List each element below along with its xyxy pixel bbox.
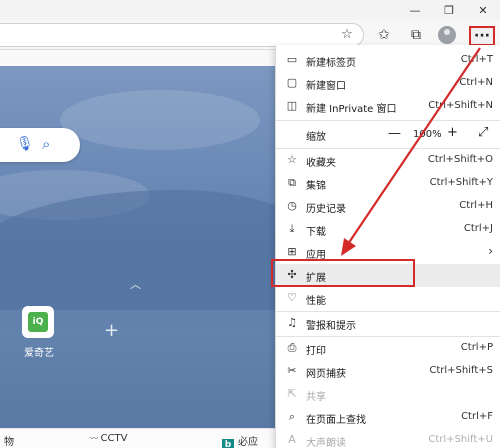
menu-shortcut: Ctrl+N (459, 77, 493, 88)
minimize-button[interactable]: — (398, 0, 432, 20)
menu-item-history[interactable]: ◷ 历史记录 Ctrl+H (276, 195, 500, 218)
menu-item-new-tab[interactable]: ▭ 新建标签页 Ctrl+T (276, 49, 500, 72)
inprivate-icon: ◫ (286, 99, 298, 112)
menu-label: 打印 (306, 346, 326, 357)
menu-shortcut: Ctrl+Shift+N (428, 100, 493, 111)
apps-icon: ⊞ (287, 245, 297, 258)
menu-item-performance[interactable]: ♡ 性能 (276, 287, 500, 310)
restore-button[interactable]: ❐ (432, 0, 466, 20)
web-capture-icon: ✂ (287, 364, 297, 377)
chevron-right-icon: › (488, 244, 493, 258)
menu-label: 下载 (306, 227, 326, 238)
iqiyi-tile[interactable]: iQ (22, 306, 54, 338)
settings-more-button[interactable]: ··· (469, 26, 495, 46)
menu-label: 网页捕获 (306, 369, 346, 380)
menu-shortcut: Ctrl+P (460, 342, 493, 353)
menu-label: 新建标签页 (306, 58, 356, 69)
menu-item-new-window[interactable]: ▢ 新建窗口 Ctrl+N (276, 72, 500, 95)
cctv-icon: 〰 (90, 434, 101, 443)
find-icon: ⌕ (288, 410, 296, 423)
favorites-icon[interactable]: ✩ (372, 24, 396, 46)
menu-label: 历史记录 (306, 204, 346, 215)
menu-label: 警报和提示 (306, 321, 356, 332)
print-icon: ⎙ (287, 341, 297, 354)
menu-item-alerts[interactable]: ♫ 警报和提示 (276, 312, 500, 335)
settings-menu: ▭ 新建标签页 Ctrl+T ▢ 新建窗口 Ctrl+N ◫ 新建 InPriv… (275, 45, 500, 448)
menu-item-downloads[interactable]: ⤓ 下载 Ctrl+J (276, 218, 500, 241)
bing-icon: b (222, 439, 234, 448)
iqiyi-icon: iQ (28, 312, 48, 332)
menu-label: 大声朗读 (306, 438, 346, 448)
address-bar[interactable]: ☆ (0, 23, 364, 47)
close-button[interactable]: ✕ (466, 0, 500, 20)
bottom-bar: 物 〰 CCTV b 必应 (0, 428, 275, 448)
microphone-icon[interactable]: 🎙︎ (16, 136, 34, 152)
menu-item-find[interactable]: ⌕ 在页面上查找 Ctrl+F (276, 406, 500, 429)
zoom-in-button[interactable]: + (447, 125, 458, 140)
menu-item-read-aloud[interactable]: A 大声朗读 Ctrl+Shift+U (276, 429, 500, 448)
title-bar: — ❐ ✕ (0, 0, 500, 20)
menu-item-web-capture[interactable]: ✂ 网页捕获 Ctrl+Shift+S (276, 360, 500, 383)
new-window-icon: ▢ (286, 76, 298, 89)
mountain (0, 190, 275, 310)
favorites-icon: ☆ (287, 153, 297, 166)
bottom-item-cctv[interactable]: 〰 CCTV (90, 433, 127, 444)
menu-item-print[interactable]: ⎙ 打印 Ctrl+P (276, 337, 500, 360)
menu-item-share[interactable]: ⇱ 共享 (276, 383, 500, 406)
menu-item-zoom: 缩放 — 100% + ⤢ (276, 121, 500, 147)
chevron-up-icon[interactable]: ︿ (130, 276, 141, 292)
alerts-icon: ♫ (287, 316, 297, 329)
tile-label: 爱奇艺 (24, 348, 54, 359)
menu-label: 性能 (306, 296, 326, 307)
bing-label: 必应 (238, 437, 258, 448)
menu-shortcut: Ctrl+T (460, 54, 493, 65)
star-add-icon[interactable]: ☆ (339, 27, 355, 43)
menu-shortcut: Ctrl+H (459, 200, 493, 211)
cloud (60, 90, 260, 150)
menu-shortcut: Ctrl+Shift+Y (429, 177, 493, 188)
new-tab-page: 🎙︎ ⌕ ︿ iQ 爱奇艺 + (0, 50, 275, 428)
search-box[interactable]: 🎙︎ ⌕ (0, 128, 80, 162)
bottom-item-bing[interactable]: b 必应 (222, 433, 258, 448)
zoom-value: 100% (413, 129, 442, 140)
highlight-box (271, 259, 415, 287)
menu-shortcut: Ctrl+F (461, 411, 493, 422)
menu-shortcut: Ctrl+Shift+O (427, 154, 493, 165)
zoom-out-button[interactable]: — (388, 126, 401, 141)
menu-label: 集锦 (306, 181, 326, 192)
fullscreen-icon[interactable]: ⤢ (478, 125, 488, 140)
search-icon[interactable]: ⌕ (42, 135, 50, 153)
share-icon: ⇱ (287, 387, 297, 400)
menu-shortcut: Ctrl+Shift+S (429, 365, 493, 376)
history-icon: ◷ (287, 199, 297, 212)
menu-label: 新建窗口 (306, 81, 346, 92)
read-aloud-icon: A (288, 433, 296, 446)
menu-label: 在页面上查找 (306, 415, 366, 426)
menu-label: 新建 InPrivate 窗口 (306, 104, 397, 115)
menu-item-inprivate[interactable]: ◫ 新建 InPrivate 窗口 Ctrl+Shift+N (276, 95, 500, 118)
menu-shortcut: Ctrl+J (463, 223, 493, 234)
collections-icon: ⧉ (288, 176, 296, 189)
menu-item-collections[interactable]: ⧉ 集锦 Ctrl+Shift+Y (276, 172, 500, 195)
page-top-strip (0, 50, 275, 66)
download-icon: ⤓ (289, 222, 295, 235)
menu-item-favorites[interactable]: ☆ 收藏夹 Ctrl+Shift+O (276, 149, 500, 172)
cctv-label: CCTV (100, 433, 128, 444)
menu-label: 共享 (306, 392, 326, 403)
add-shortcut-icon[interactable]: + (104, 320, 119, 341)
new-tab-icon: ▭ (286, 53, 298, 66)
menu-label: 收藏夹 (306, 158, 336, 169)
menu-shortcut: Ctrl+Shift+U (428, 434, 493, 445)
collections-icon[interactable]: ⧉ (404, 24, 428, 46)
performance-icon: ♡ (287, 291, 297, 304)
bottom-item[interactable]: 物 (4, 433, 14, 448)
profile-avatar[interactable] (438, 26, 456, 44)
zoom-label: 缩放 (306, 132, 326, 143)
